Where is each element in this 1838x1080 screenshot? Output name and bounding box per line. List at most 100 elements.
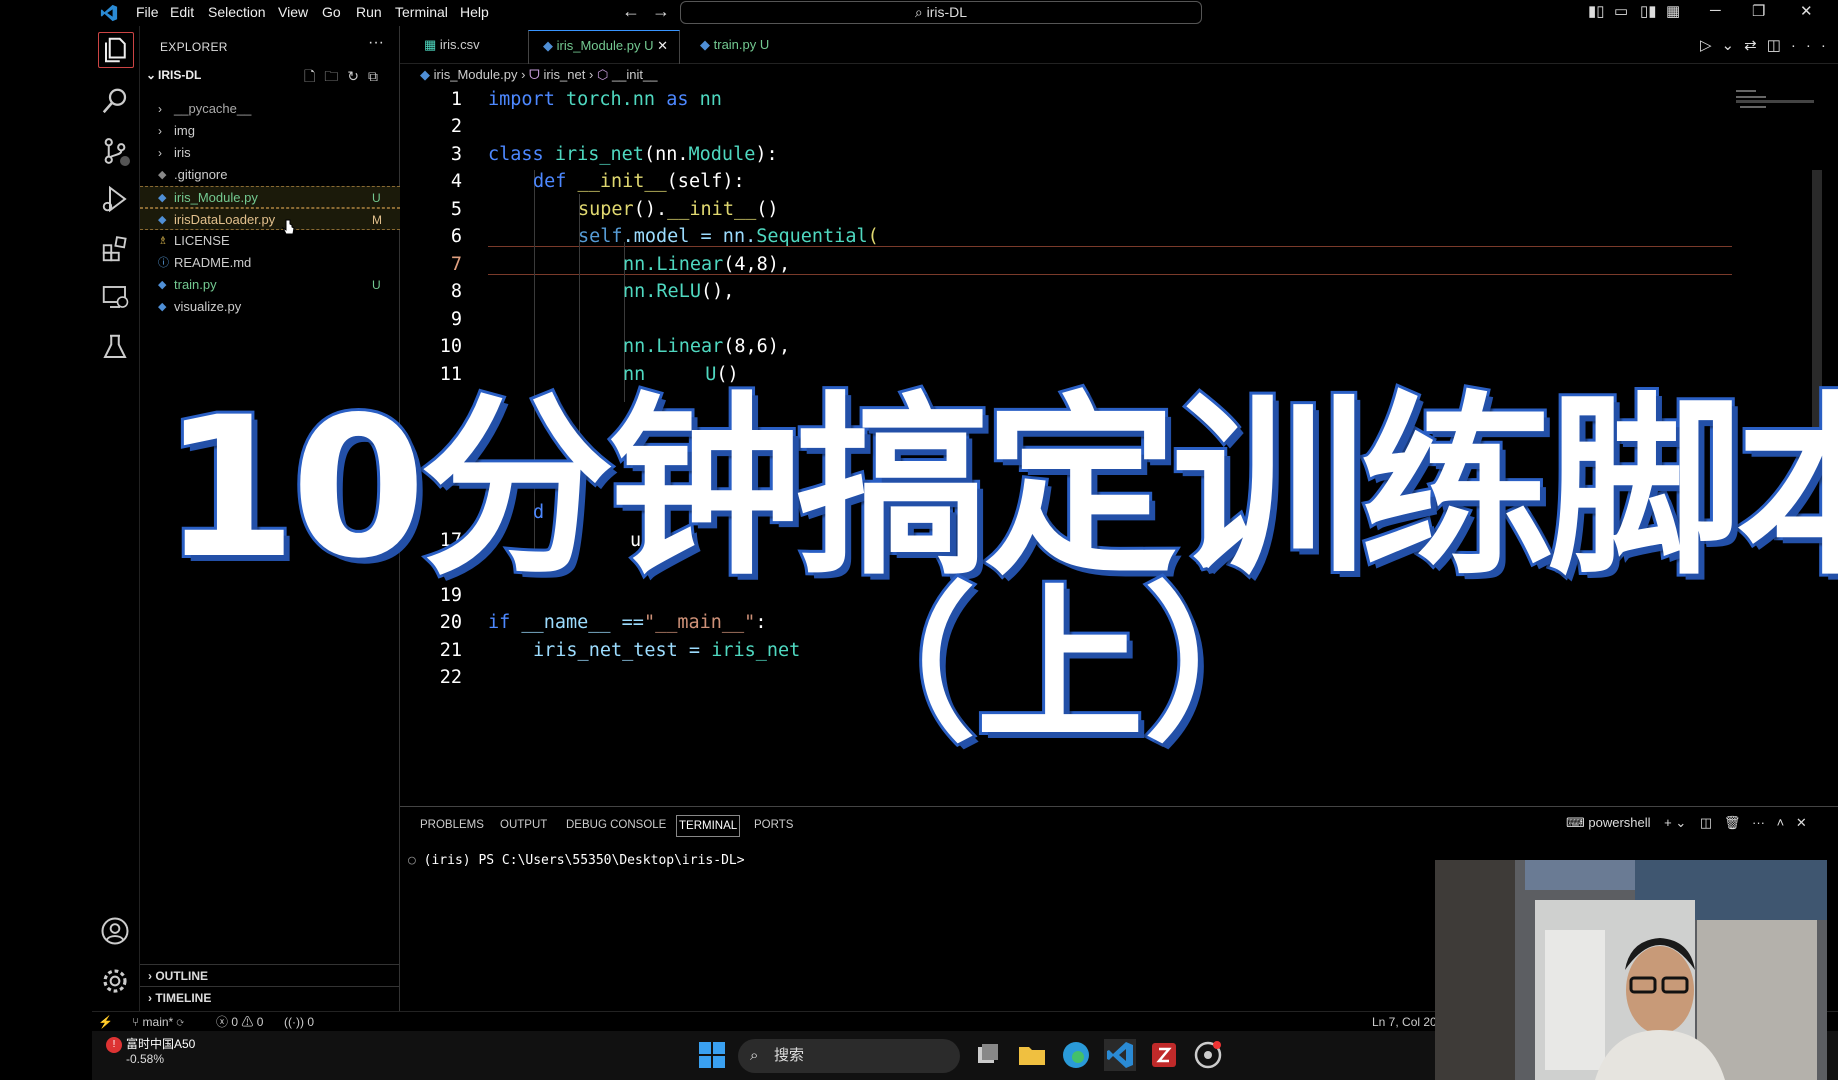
panel-tab-output[interactable]: OUTPUT [500, 819, 547, 831]
cursor-position[interactable]: Ln 7, Col 20 [1372, 1012, 1437, 1032]
menu-edit[interactable]: Edit [170, 4, 194, 20]
split-terminal-icon[interactable]: ◫ [1700, 815, 1712, 830]
panel-tab-problems[interactable]: PROBLEMS [420, 819, 484, 831]
close-window-icon[interactable]: ✕ [1800, 2, 1813, 20]
extensions-icon[interactable] [100, 234, 132, 266]
timeline-section[interactable]: › TIMELINE [140, 986, 400, 1008]
notification-badge-icon: ! [106, 1037, 122, 1053]
more-actions-icon[interactable]: ··· [368, 34, 384, 52]
stock-widget[interactable]: ! 富时中国A50 -0.58% [106, 1037, 195, 1067]
editor-actions: ▷⌄⇄◫··· [1700, 36, 1836, 54]
vscode-taskbar-icon[interactable] [1104, 1039, 1136, 1071]
menu-terminal[interactable]: Terminal [395, 4, 448, 20]
tree-item-label: __pycache__ [174, 101, 252, 116]
new-terminal-icon[interactable]: + [1664, 815, 1672, 830]
run-debug-icon[interactable] [100, 184, 132, 216]
tree-item-gitignore[interactable]: ◆ .gitignore [140, 164, 400, 186]
breadcrumb-file[interactable]: iris_Module.py [434, 67, 518, 82]
close-panel-icon[interactable]: ✕ [1796, 815, 1807, 830]
more-actions-icon[interactable]: ··· [1791, 37, 1836, 54]
chevron-down-icon[interactable]: ⌄ [1675, 815, 1686, 830]
run-file-icon[interactable]: ▷ [1700, 37, 1722, 54]
testing-flask-icon[interactable] [100, 332, 132, 364]
red-app-icon[interactable] [1148, 1039, 1180, 1071]
gitignore-icon: ◆ [158, 169, 167, 181]
collapse-all-icon[interactable]: ⧉ [368, 68, 387, 84]
chevron-down-icon[interactable]: ⌄ [1722, 37, 1745, 54]
new-file-icon[interactable]: 🗋 [304, 68, 324, 84]
tree-item-label: visualize.py [174, 299, 242, 314]
settings-gear-icon[interactable] [100, 966, 132, 998]
toggle-sidebar-icon[interactable]: ▮▯ [1588, 2, 1605, 20]
menu-help[interactable]: Help [460, 4, 489, 20]
toggle-secondary-sidebar-icon[interactable]: ▯▮ [1640, 2, 1657, 20]
windows-start-icon[interactable] [696, 1039, 728, 1071]
git-branch[interactable]: ⑂ main* ⟳ [132, 1012, 184, 1032]
search-icon[interactable] [100, 86, 132, 118]
tab-train[interactable]: ◆ train.py U [686, 30, 804, 64]
menu-file[interactable]: File [136, 4, 159, 20]
edge-browser-icon[interactable] [1060, 1039, 1092, 1071]
restore-icon[interactable]: ❐ [1752, 2, 1765, 20]
explorer-icon[interactable] [98, 32, 134, 68]
python-file-icon: ◆ [158, 279, 167, 291]
command-center-search[interactable]: ⌕ iris-DL [680, 1, 1202, 24]
remote-explorer-icon[interactable] [100, 282, 132, 314]
breadcrumb-method[interactable]: __init__ [612, 67, 658, 82]
tree-item-irisdataloader[interactable]: ◆ irisDataLoader.py M [140, 208, 400, 230]
terminal-output[interactable]: ○ (iris) PS C:\Users\55350\Desktop\iris-… [408, 853, 745, 868]
terminal-icon: ⌨ [1566, 815, 1585, 830]
minimap[interactable] [1734, 86, 1814, 126]
panel-tab-terminal[interactable]: TERMINAL [676, 815, 741, 837]
trash-icon[interactable]: 🗑 [1724, 815, 1741, 830]
tab-iris-module[interactable]: ◆ iris_Module.py U ✕ [528, 30, 680, 64]
minimize-icon[interactable]: ─ [1710, 2, 1721, 19]
tree-item-img[interactable]: › img [140, 120, 400, 142]
tree-item-iris-module[interactable]: ◆ iris_Module.py U [140, 186, 400, 208]
task-view-icon[interactable] [972, 1039, 1004, 1071]
menu-view[interactable]: View [278, 4, 308, 20]
panel-tab-debug-console[interactable]: DEBUG CONSOLE [566, 819, 666, 831]
new-folder-icon[interactable]: 🗀 [324, 68, 347, 84]
more-actions-icon[interactable]: ··· [1752, 815, 1765, 830]
nav-arrows[interactable]: ←→ [622, 1, 682, 22]
customize-layout-icon[interactable]: ▦ [1666, 2, 1680, 20]
account-icon[interactable] [100, 916, 132, 948]
tree-item-readme[interactable]: ⓘ README.md [140, 252, 400, 274]
refresh-icon[interactable]: ↻ [347, 68, 368, 84]
ports-indicator[interactable]: ((·)) 0 [284, 1012, 314, 1032]
tree-item-license[interactable]: ♗ LICENSE [140, 230, 400, 252]
menu-run[interactable]: Run [356, 4, 382, 20]
split-editor-icon[interactable]: ◫ [1767, 37, 1791, 54]
tree-item-label: README.md [174, 255, 252, 270]
maximize-panel-icon[interactable]: ˄ [1777, 815, 1785, 830]
tree-item-iris[interactable]: › iris [140, 142, 400, 164]
breadcrumb-class[interactable]: iris_net [543, 67, 585, 82]
close-tab-icon[interactable]: ✕ [657, 38, 668, 53]
tree-item-pycache[interactable]: › __pycache__ [140, 98, 400, 120]
tree-item-visualize[interactable]: ◆ visualize.py [140, 296, 400, 318]
taskbar-search[interactable]: ⌕ 搜索 [738, 1039, 960, 1073]
panel-actions: ⌨ powershell + ⌄ ◫ 🗑 ··· ˄ ✕ [1566, 815, 1807, 831]
problems-indicator[interactable]: ⓧ 0 ⚠ 0 [216, 1012, 263, 1032]
outline-section[interactable]: › OUTLINE [140, 964, 400, 986]
remote-indicator-icon[interactable]: ⚡ [98, 1012, 113, 1032]
forward-arrow-icon[interactable]: → [652, 1, 682, 21]
chrome-like-app-icon[interactable] [1192, 1039, 1224, 1071]
menu-go[interactable]: Go [322, 4, 341, 20]
tab-iris-csv[interactable]: ▦ iris.csv [410, 30, 522, 64]
info-icon: ⓘ [158, 257, 169, 269]
tree-item-label: irisDataLoader.py [174, 212, 276, 227]
tree-item-train[interactable]: ◆ train.py U [140, 274, 400, 296]
toggle-panel-icon[interactable]: ▭ [1614, 2, 1628, 20]
tab-status: U [759, 37, 770, 52]
menu-selection[interactable]: Selection [208, 4, 266, 20]
terminal-shell-label[interactable]: powershell [1588, 815, 1650, 830]
compare-changes-icon[interactable]: ⇄ [1744, 37, 1767, 54]
source-control-icon[interactable] [100, 136, 132, 168]
line-number: 22 [439, 667, 462, 688]
panel-tab-ports[interactable]: PORTS [754, 819, 793, 831]
file-explorer-icon[interactable] [1016, 1039, 1048, 1071]
code-line-20: if __name__ =="__main__": [488, 612, 767, 633]
back-arrow-icon[interactable]: ← [622, 1, 652, 21]
